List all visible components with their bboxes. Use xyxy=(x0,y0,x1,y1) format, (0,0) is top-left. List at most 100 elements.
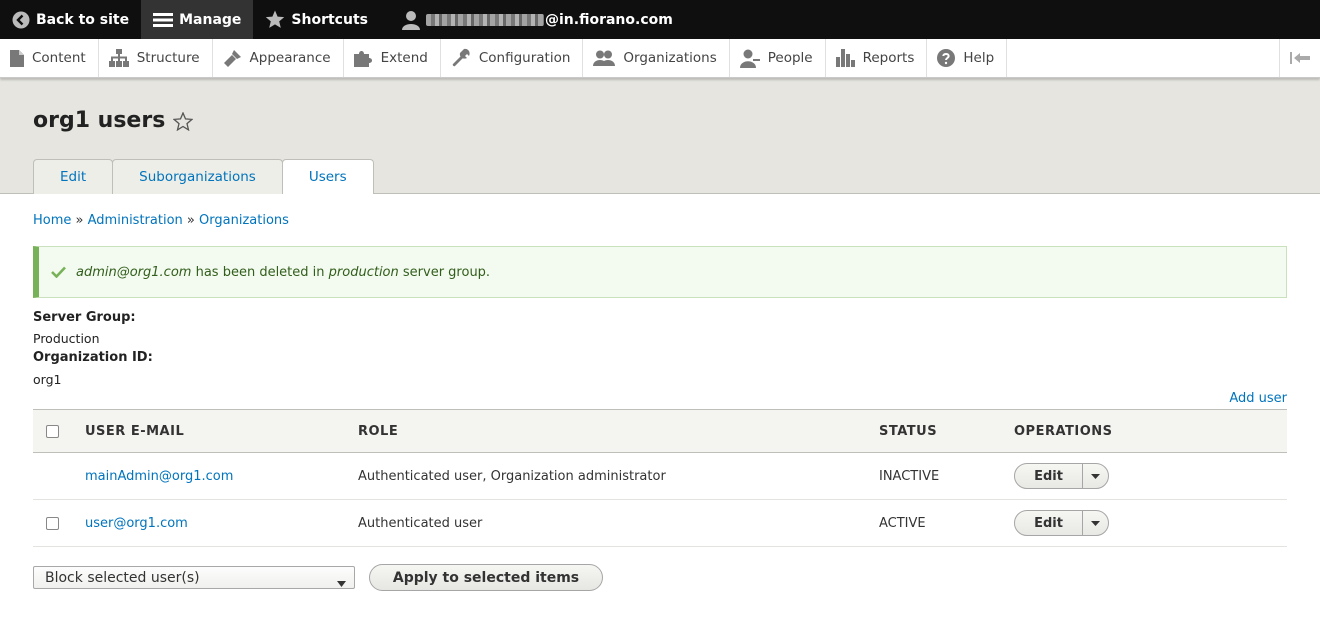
operations-dropbutton: Edit xyxy=(1014,510,1109,536)
table-row: mainAdmin@org1.com Authenticated user, O… xyxy=(33,453,1287,500)
add-user-link[interactable]: Add user xyxy=(1229,391,1287,406)
tray-item-label: People xyxy=(767,50,813,66)
row-email-cell: mainAdmin@org1.com xyxy=(85,453,358,500)
table-header-row: USER E-MAIL ROLE STATUS OPERATIONS xyxy=(33,409,1287,453)
shortcuts-tab[interactable]: Shortcuts xyxy=(253,0,380,39)
header-operations: OPERATIONS xyxy=(1014,423,1113,439)
server-group-value: Production xyxy=(33,331,100,346)
tray-item-label: Extend xyxy=(380,50,428,66)
user-email-label: @in.fiorano.com xyxy=(544,11,673,28)
structure-icon xyxy=(108,49,129,67)
server-group-label: Server Group: xyxy=(33,310,136,325)
tray-orientation-toggle[interactable] xyxy=(1279,39,1320,77)
row-role: Authenticated user xyxy=(358,515,483,531)
row-select-cell xyxy=(33,500,85,547)
primary-tabs: Edit Suborganizations Users xyxy=(33,159,374,194)
dropbutton-toggle[interactable] xyxy=(1083,511,1108,535)
status-message-text: admin@org1.com has been deleted in produ… xyxy=(76,265,490,280)
select-arrow-icon xyxy=(337,575,346,591)
tray-item-people[interactable]: People xyxy=(729,39,826,77)
message-group: production xyxy=(328,264,399,280)
page-header: org1 users Edit Suborganizations Users xyxy=(0,78,1320,194)
message-email: admin@org1.com xyxy=(76,264,192,280)
apply-to-selected-button[interactable]: Apply to selected items xyxy=(369,564,603,591)
tray-item-organizations[interactable]: Organizations xyxy=(583,39,730,77)
user-tab[interactable]: @in.fiorano.com xyxy=(390,0,685,39)
page-title-text: org1 users xyxy=(33,108,166,133)
admin-toolbar: Back to site Manage Shortcuts @in.fioran… xyxy=(0,0,1320,39)
users-table: USER E-MAIL ROLE STATUS OPERATIONS mainA… xyxy=(33,409,1287,547)
bulk-action-select[interactable]: Block selected user(s) xyxy=(33,566,355,589)
tray-item-reports[interactable]: Reports xyxy=(825,39,928,77)
manage-tab[interactable]: Manage xyxy=(141,0,254,39)
group-icon xyxy=(593,50,616,66)
row-select-cell xyxy=(33,453,85,500)
breadcrumb-administration[interactable]: Administration xyxy=(88,213,183,228)
dropbutton-toggle[interactable] xyxy=(1083,464,1108,488)
tray-item-label: Appearance xyxy=(249,50,331,66)
blurred-username xyxy=(425,13,544,26)
row-operations-cell: Edit xyxy=(1014,453,1287,500)
header-role: ROLE xyxy=(358,423,399,439)
organization-id-value: org1 xyxy=(33,372,62,387)
tray-spacer xyxy=(1007,39,1279,77)
caret-down-icon xyxy=(1091,520,1100,526)
page-title: org1 users xyxy=(33,108,194,133)
help-icon xyxy=(937,49,956,67)
back-to-site-link[interactable]: Back to site xyxy=(0,0,141,39)
tray-item-structure[interactable]: Structure xyxy=(98,39,213,77)
shortcuts-label: Shortcuts xyxy=(291,11,368,28)
wrench-icon xyxy=(451,48,471,68)
breadcrumb-home[interactable]: Home xyxy=(33,213,71,228)
row-operations-cell: Edit xyxy=(1014,500,1287,547)
tab-suborganizations[interactable]: Suborganizations xyxy=(112,159,283,194)
row-status: INACTIVE xyxy=(879,468,940,484)
tray-item-label: Configuration xyxy=(478,50,571,66)
admin-tray: Content Structure Appearance Extend Conf… xyxy=(0,39,1320,78)
header-status: STATUS xyxy=(879,423,938,439)
breadcrumb-organizations[interactable]: Organizations xyxy=(199,213,289,228)
user-icon xyxy=(401,10,420,30)
tray-item-label: Organizations xyxy=(623,50,717,66)
select-all-cell xyxy=(33,410,85,453)
user-email-link[interactable]: mainAdmin@org1.com xyxy=(85,469,233,484)
star-icon xyxy=(265,10,285,29)
tray-item-label: Content xyxy=(32,50,86,66)
row-checkbox[interactable] xyxy=(46,516,59,530)
breadcrumb-separator: » xyxy=(186,213,195,228)
tray-item-help[interactable]: Help xyxy=(927,39,1008,77)
operations-dropbutton: Edit xyxy=(1014,463,1109,489)
breadcrumb-separator: » xyxy=(75,213,84,228)
tab-edit[interactable]: Edit xyxy=(33,159,114,194)
paintbrush-icon xyxy=(223,49,242,68)
row-status: ACTIVE xyxy=(879,515,926,531)
select-all-checkbox[interactable] xyxy=(46,424,59,438)
row-email-cell: user@org1.com xyxy=(85,500,358,547)
puzzle-icon xyxy=(353,49,373,67)
shortcut-star-icon[interactable] xyxy=(173,112,194,131)
tray-item-appearance[interactable]: Appearance xyxy=(212,39,344,77)
header-email[interactable]: USER E-MAIL xyxy=(85,410,358,453)
table-row: user@org1.com Authenticated user ACTIVE … xyxy=(33,500,1287,547)
message-text-1: has been deleted in xyxy=(195,264,325,280)
message-text-2: server group. xyxy=(402,264,491,280)
edit-button[interactable]: Edit xyxy=(1015,511,1083,535)
tray-item-configuration[interactable]: Configuration xyxy=(440,39,584,77)
checkmark-icon xyxy=(51,266,66,278)
back-arrow-icon xyxy=(12,11,30,29)
edit-button[interactable]: Edit xyxy=(1015,464,1083,488)
menu-icon xyxy=(153,12,174,28)
user-email-link[interactable]: user@org1.com xyxy=(85,516,188,531)
row-role: Authenticated user, Organization adminis… xyxy=(358,468,666,484)
status-message: admin@org1.com has been deleted in produ… xyxy=(33,246,1287,298)
tray-item-label: Structure xyxy=(136,50,200,66)
bar-chart-icon xyxy=(835,49,855,67)
tab-users[interactable]: Users xyxy=(281,159,374,194)
tray-item-content[interactable]: Content xyxy=(0,39,99,77)
organization-id-label: Organization ID: xyxy=(33,350,153,365)
tray-item-label: Help xyxy=(963,50,995,66)
breadcrumb: Home » Administration » Organizations xyxy=(33,213,289,228)
manage-label: Manage xyxy=(179,11,242,28)
tray-item-label: Reports xyxy=(862,50,915,66)
tray-item-extend[interactable]: Extend xyxy=(343,39,441,77)
